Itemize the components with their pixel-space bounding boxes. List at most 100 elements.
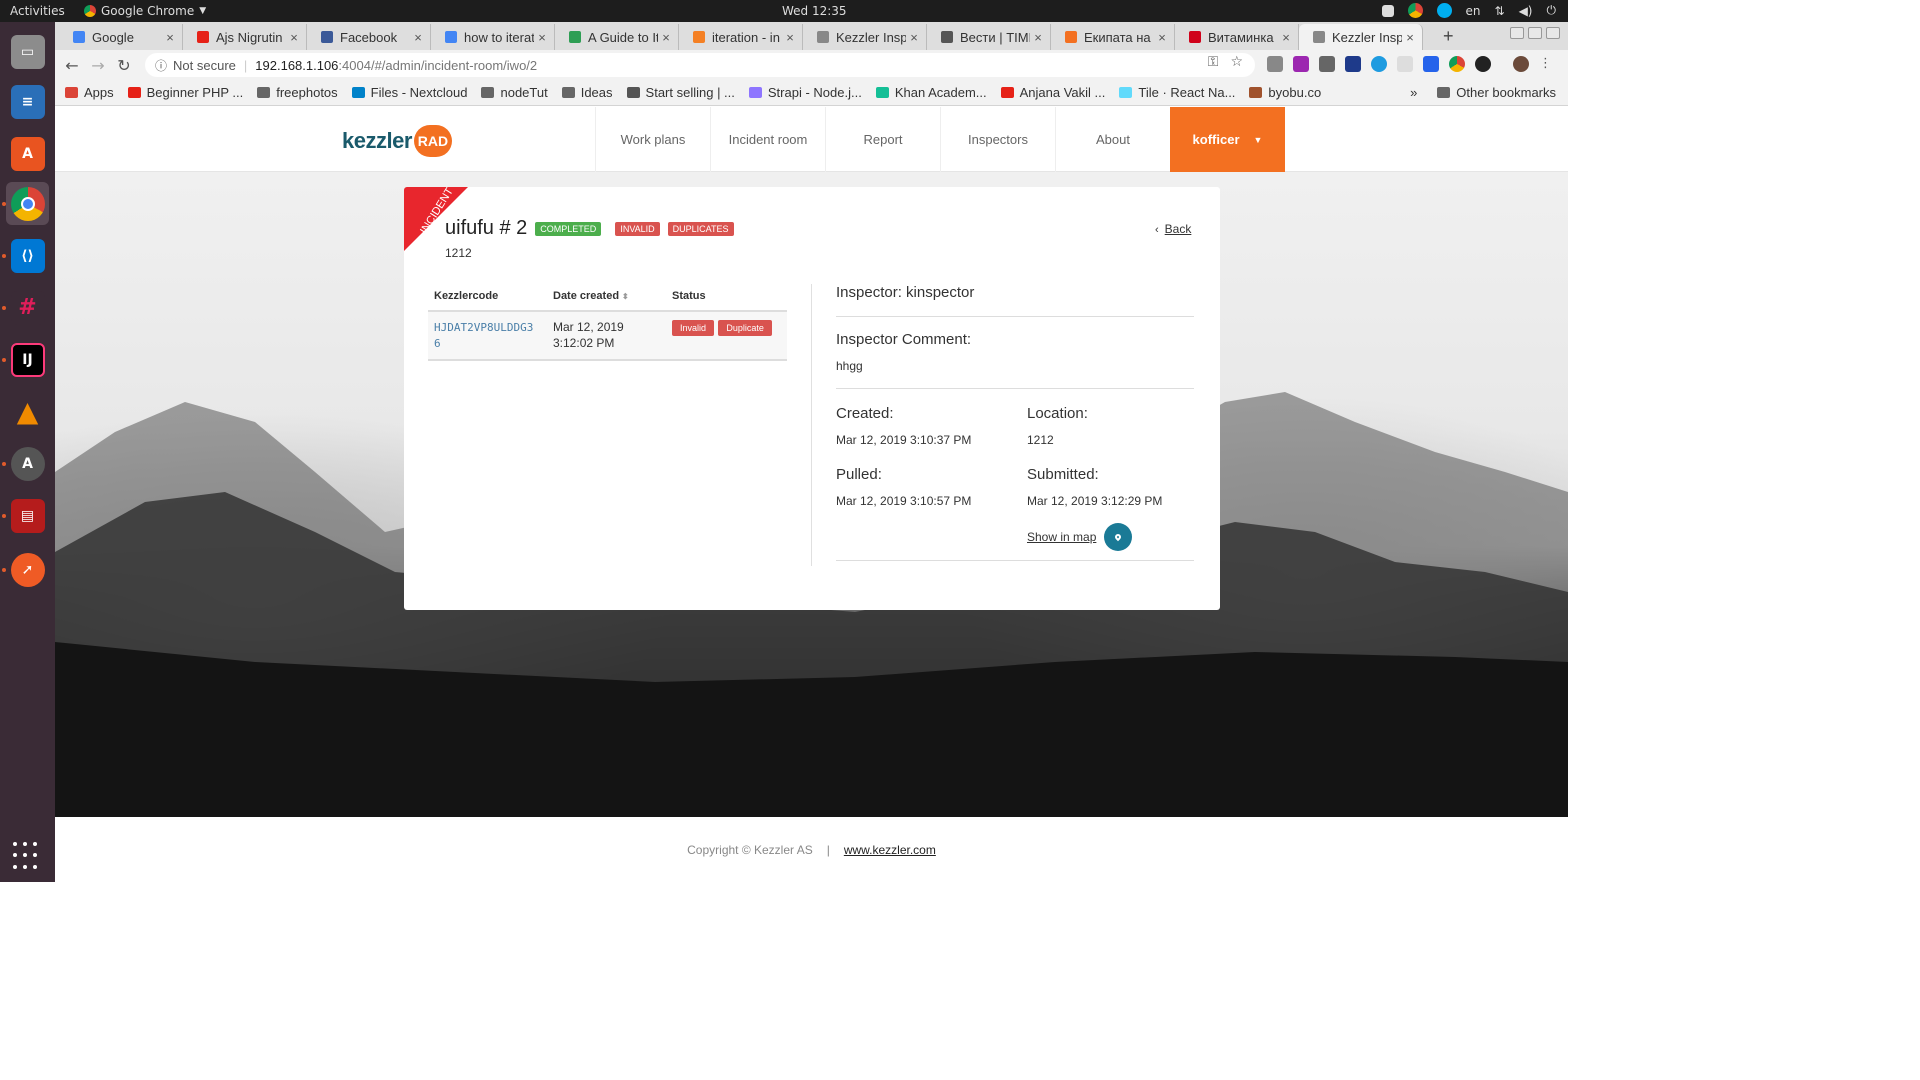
column-header-kezzlercode[interactable]: Kezzlercode <box>428 284 547 312</box>
browser-tab[interactable]: Ajs Nigrutin × <box>183 24 307 50</box>
tab-close-icon[interactable]: × <box>658 30 674 45</box>
new-tab-button[interactable]: + <box>1443 26 1454 47</box>
timer-extension-icon[interactable] <box>1475 56 1491 72</box>
bookmark-item[interactable]: Khan Academ... <box>875 85 987 100</box>
nav-inspectors[interactable]: Inspectors <box>940 107 1055 172</box>
chrome-menu-icon[interactable]: ⋮ <box>1539 56 1552 72</box>
browser-tab[interactable]: Вести | TIME × <box>927 24 1051 50</box>
browser-tab[interactable]: iteration - in × <box>679 24 803 50</box>
pen-extension-icon[interactable] <box>1293 56 1309 72</box>
browser-tab[interactable]: Kezzler Inspe× <box>803 24 927 50</box>
kezzler-website-link[interactable]: www.kezzler.com <box>844 843 936 857</box>
browser-tab[interactable]: how to iterat × <box>431 24 555 50</box>
vue-extension-icon[interactable] <box>1423 56 1439 72</box>
writer-launcher[interactable]: ≡ <box>6 80 49 123</box>
updater-launcher[interactable]: A <box>6 442 49 485</box>
bookmark-item[interactable]: Anjana Vakil ... <box>1000 85 1105 100</box>
tab-close-icon[interactable]: × <box>162 30 178 45</box>
eye-extension-icon[interactable] <box>1371 56 1387 72</box>
bookmark-item[interactable]: Files - Nextcloud <box>351 85 467 100</box>
software-launcher[interactable]: A <box>6 132 49 175</box>
volume-icon[interactable]: ◀) <box>1519 4 1533 18</box>
vscode-launcher[interactable]: ⟨⟩ <box>6 234 49 277</box>
info-icon[interactable]: ⓘ <box>155 57 167 74</box>
slack-tray-icon[interactable] <box>1381 4 1394 17</box>
chrome-tray-icon[interactable] <box>1407 3 1423 18</box>
reload-icon[interactable]: ↻ <box>111 56 137 75</box>
printer-extension-icon[interactable] <box>1345 56 1361 72</box>
eyedropper-extension-icon[interactable] <box>1319 56 1335 72</box>
minimize-icon[interactable] <box>1510 27 1524 39</box>
tab-close-icon[interactable]: × <box>906 30 922 45</box>
browser-tab[interactable]: Kezzler Inspe× <box>1299 24 1423 50</box>
back-link[interactable]: ‹ Back <box>1155 222 1191 236</box>
terminal-launcher[interactable]: ▤ <box>6 494 49 537</box>
tab-close-icon[interactable]: × <box>1278 30 1294 45</box>
bookmark-item[interactable]: Apps <box>65 85 114 100</box>
tab-close-icon[interactable]: × <box>782 30 798 45</box>
column-header-status[interactable]: Status <box>666 284 787 312</box>
power-icon[interactable]: ⏻ <box>1547 3 1557 18</box>
activities-button[interactable]: Activities <box>10 4 65 18</box>
tab-close-icon[interactable]: × <box>1030 30 1046 45</box>
browser-tab[interactable]: Екипата на × <box>1051 24 1175 50</box>
files-launcher[interactable]: ▭ <box>6 30 49 73</box>
tab-close-icon[interactable]: × <box>410 30 426 45</box>
close-window-icon[interactable] <box>1546 27 1560 39</box>
other-bookmarks[interactable]: Other bookmarks <box>1437 85 1556 100</box>
bookmark-item[interactable]: Start selling | ... <box>626 85 735 100</box>
intellij-launcher[interactable]: IJ <box>6 338 49 381</box>
tab-title: Facebook <box>340 29 398 45</box>
map-pin-button[interactable] <box>1104 523 1133 551</box>
key-icon[interactable]: ⚿ <box>1208 54 1219 70</box>
vlc-launcher[interactable]: ▲ <box>6 390 49 433</box>
tab-close-icon[interactable]: × <box>286 30 302 45</box>
forward-arrow-icon[interactable]: → <box>85 56 111 75</box>
browser-tab[interactable]: Google × <box>59 24 183 50</box>
bookmark-item[interactable]: Ideas <box>561 85 613 100</box>
address-bar[interactable]: ⓘ Not secure | 192.168.1.106 :4004/#/adm… <box>145 53 1255 77</box>
user-menu-button[interactable]: kofficer ▼ <box>1170 107 1285 172</box>
bookmark-item[interactable]: Strapi - Node.j... <box>748 85 862 100</box>
maximize-icon[interactable] <box>1528 27 1542 39</box>
show-applications-icon[interactable] <box>13 842 41 870</box>
postman-launcher[interactable]: ➚ <box>6 548 49 591</box>
main-navigation: Work plans Incident room Report Inspecto… <box>595 107 1285 172</box>
show-in-map-link[interactable]: Show in map <box>1027 530 1096 544</box>
bookmark-item[interactable]: Tile · React Na... <box>1119 85 1235 100</box>
sync-extension-icon[interactable] <box>1449 56 1465 72</box>
kezzlercode-link[interactable]: HJDAT2VP8ULDDG36 <box>434 320 538 352</box>
nav-about[interactable]: About <box>1055 107 1170 172</box>
bookmark-label: Beginner PHP ... <box>146 85 244 100</box>
camera-extension-icon[interactable] <box>1267 56 1283 72</box>
column-header-date-created[interactable]: Date created ⬍ <box>547 284 666 312</box>
bookmark-item[interactable]: nodeTut <box>481 85 548 100</box>
sort-icon[interactable]: ⬍ <box>622 292 629 301</box>
nav-incident-room[interactable]: Incident room <box>710 107 825 172</box>
tab-close-icon[interactable]: × <box>1402 30 1418 45</box>
tab-close-icon[interactable]: × <box>1154 30 1170 45</box>
chrome-launcher[interactable] <box>6 182 49 225</box>
nav-work-plans[interactable]: Work plans <box>595 107 710 172</box>
browser-tab[interactable]: A Guide to Ite× <box>555 24 679 50</box>
network-icon[interactable]: ⇅ <box>1495 4 1505 18</box>
bookmark-item[interactable]: freephotos <box>257 85 338 100</box>
bookmark-star-icon[interactable]: ☆ <box>1230 54 1243 70</box>
slack-launcher[interactable]: # <box>6 286 49 329</box>
language-indicator[interactable]: en <box>1466 4 1481 18</box>
browser-tab[interactable]: Витаминка × <box>1175 24 1299 50</box>
skype-tray-icon[interactable] <box>1436 3 1452 18</box>
nav-report[interactable]: Report <box>825 107 940 172</box>
bookmark-item[interactable]: byobu.co <box>1249 85 1321 100</box>
back-arrow-icon[interactable]: ← <box>59 56 85 75</box>
kezzler-logo[interactable]: kezzler RAD <box>342 125 452 157</box>
blank-extension-icon[interactable] <box>1397 56 1413 72</box>
tab-favicon-icon <box>1189 31 1201 43</box>
profile-avatar[interactable] <box>1513 56 1529 72</box>
bookmark-item[interactable]: Beginner PHP ... <box>127 85 244 100</box>
tab-close-icon[interactable]: × <box>534 30 550 45</box>
clock[interactable]: Wed 12:35 <box>782 4 847 18</box>
browser-tab[interactable]: Facebook × <box>307 24 431 50</box>
app-menu[interactable]: Google Chrome ▼ <box>84 4 206 18</box>
bookmarks-overflow-icon[interactable]: » <box>1410 85 1417 100</box>
